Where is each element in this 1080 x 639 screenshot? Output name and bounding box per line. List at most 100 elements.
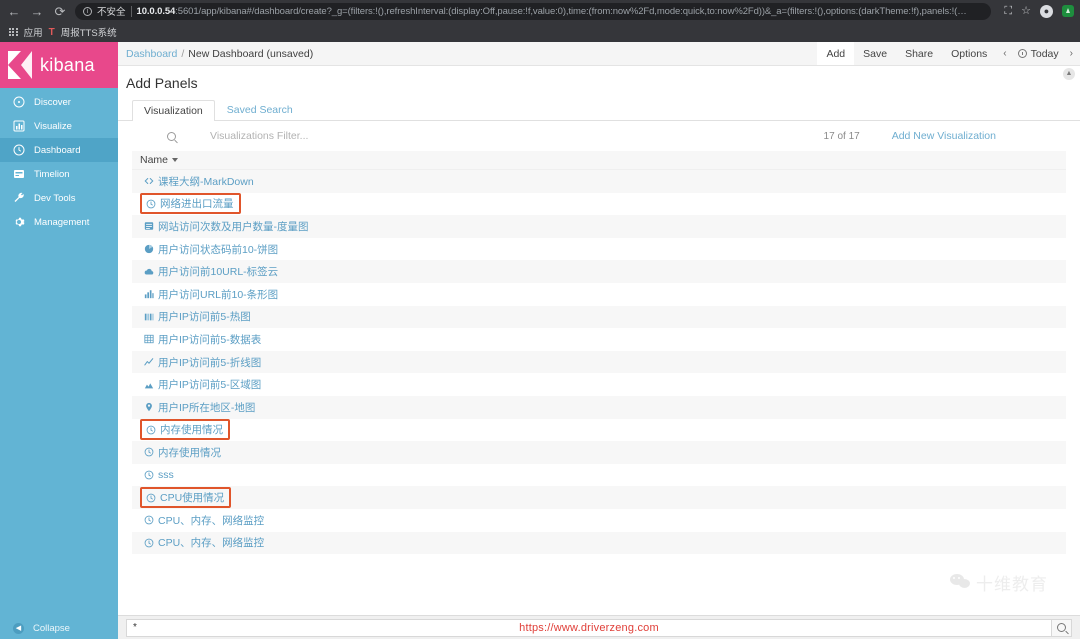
search-input[interactable]: [210, 130, 824, 142]
bookmark-favicon: T: [48, 26, 55, 38]
forward-button[interactable]: →: [29, 5, 45, 18]
list-item-content: 用户IP访问前5-数据表: [140, 331, 264, 348]
metric-icon: [143, 221, 154, 231]
clock-vis-icon: [143, 515, 154, 525]
list-item-label: 用户访问状态码前10-饼图: [158, 243, 279, 256]
clock-vis-icon: [145, 199, 156, 209]
breadcrumb-dashboard-link[interactable]: Dashboard: [126, 48, 177, 60]
list-item-content: sss: [140, 468, 177, 482]
sidebar-item-timelion[interactable]: Timelion: [0, 162, 118, 186]
query-input-wrap[interactable]: https://www.driverzeng.com: [126, 618, 1052, 637]
visualization-list-item[interactable]: 内存使用情况: [132, 418, 1066, 442]
profile-avatar-icon[interactable]: ●: [1040, 4, 1053, 18]
kibana-app: kibana Discover Visualize Dashboard Time…: [0, 42, 1080, 639]
breadcrumb-separator: /: [181, 47, 185, 60]
sidebar-item-dev-tools[interactable]: Dev Tools: [0, 186, 118, 210]
visualization-list-item[interactable]: 网站访问次数及用户数量-度量图: [132, 215, 1066, 238]
list-item-label: CPU使用情况: [160, 492, 225, 505]
list-item-label: 内存使用情况: [158, 446, 221, 459]
visualization-list-item[interactable]: CPU、内存、网络监控: [132, 531, 1066, 555]
visualization-list-item[interactable]: 用户IP访问前5-区域图: [132, 373, 1066, 396]
kibana-logo-area[interactable]: kibana: [0, 42, 118, 88]
visualization-list-item[interactable]: CPU使用情况: [132, 486, 1066, 509]
table-icon: [143, 334, 154, 344]
query-submit-button[interactable]: [1052, 618, 1072, 637]
query-input[interactable]: [133, 622, 1045, 633]
visualization-list-item[interactable]: 用户IP所在地区-地图: [132, 395, 1066, 419]
visualization-list-item[interactable]: 用户IP访问前5-折线图: [132, 350, 1066, 374]
reload-button[interactable]: ⟳: [52, 5, 68, 18]
panel-tabs: Visualization Saved Search: [118, 99, 1080, 121]
sidebar-item-dashboard[interactable]: Dashboard: [0, 138, 118, 162]
visualization-list-item[interactable]: 用户访问URL前10-条形图: [132, 282, 1066, 306]
list-item-content: 用户IP访问前5-热图: [140, 308, 254, 325]
apps-grid-icon[interactable]: [9, 27, 18, 37]
list-item-label: 用户访问前10URL-标签云: [158, 266, 279, 279]
cast-icon[interactable]: ⛶: [1004, 5, 1012, 17]
list-item-content: 用户IP访问前5-折线图: [140, 354, 264, 371]
list-item-label: 用户IP访问前5-热图: [158, 311, 251, 324]
sidebar-item-management[interactable]: Management: [0, 210, 118, 234]
chevron-up-icon[interactable]: ▲: [1063, 68, 1075, 80]
list-item-label: 用户IP访问前5-数据表: [158, 333, 262, 346]
extension-icon[interactable]: [1062, 5, 1074, 17]
address-bar[interactable]: i 不安全 10.0.0.54:5601/app/kibana#/dashboa…: [75, 2, 992, 20]
sidebar: kibana Discover Visualize Dashboard Time…: [0, 42, 118, 639]
tab-saved-search[interactable]: Saved Search: [215, 99, 305, 120]
list-item-content: 课程大纲-MarkDown: [140, 173, 257, 190]
visualization-list: Name 课程大纲-MarkDown 网络进出口流量网站访问次数及用户数量-度量图…: [118, 151, 1080, 615]
list-item-label: 用户IP访问前5-区域图: [158, 379, 262, 392]
add-new-visualization-link[interactable]: Add New Visualization: [892, 130, 1066, 142]
tab-visualization[interactable]: Visualization: [132, 100, 215, 121]
tag-cloud-icon: [143, 267, 154, 277]
line-chart-icon: [143, 357, 154, 367]
map-pin-icon: [143, 402, 154, 412]
bookmark-item-tts[interactable]: 周报TTS系统: [61, 25, 117, 39]
list-item-content: 用户访问URL前10-条形图: [140, 286, 281, 303]
list-item-label: 内存使用情况: [160, 424, 223, 437]
bookmark-star-icon[interactable]: ☆: [1021, 5, 1031, 17]
list-item-label: 用户IP所在地区-地图: [158, 401, 256, 414]
kibana-topbar: Dashboard / New Dashboard (unsaved) Add …: [118, 42, 1080, 66]
sidebar-collapse-button[interactable]: ◀ Collapse: [0, 617, 118, 639]
add-button[interactable]: Add: [817, 42, 855, 65]
visualization-list-item[interactable]: 用户IP访问前5-数据表: [132, 328, 1066, 351]
visualization-list-item[interactable]: 内存使用情况: [132, 441, 1066, 464]
breadcrumb-current: New Dashboard (unsaved): [188, 47, 314, 60]
caret-down-icon: [172, 158, 179, 162]
visualization-list-item[interactable]: 用户访问状态码前10-饼图: [132, 237, 1066, 261]
list-item-content: 用户IP所在地区-地图: [140, 399, 258, 416]
time-prev-button[interactable]: ‹: [996, 42, 1013, 65]
save-button[interactable]: Save: [854, 42, 896, 65]
visualization-list-item[interactable]: CPU、内存、网络监控: [132, 508, 1066, 532]
wrench-icon: [13, 192, 25, 204]
timelion-icon: [13, 168, 25, 180]
visualization-list-item[interactable]: sss: [132, 463, 1066, 487]
main-content: Dashboard / New Dashboard (unsaved) Add …: [118, 42, 1080, 639]
sidebar-item-discover[interactable]: Discover: [0, 90, 118, 114]
clock-vis-icon: [143, 538, 154, 548]
kibana-logo-icon: [8, 51, 34, 79]
back-button[interactable]: ←: [6, 5, 22, 18]
chevron-left-icon: ◀: [13, 622, 24, 634]
site-info-icon[interactable]: i: [83, 6, 92, 16]
list-item-label: 用户IP访问前5-折线图: [158, 356, 262, 369]
visualization-list-item[interactable]: 课程大纲-MarkDown: [132, 170, 1066, 193]
sidebar-item-visualize[interactable]: Visualize: [0, 114, 118, 138]
bar-chart-icon: [143, 289, 154, 299]
time-picker-button[interactable]: Today: [1014, 48, 1063, 60]
browser-actions: ⛶ ☆ ●: [998, 4, 1074, 18]
share-button[interactable]: Share: [896, 42, 942, 65]
visualization-list-item[interactable]: 网络进出口流量: [132, 192, 1066, 216]
url-text: 10.0.0.54:5601/app/kibana#/dashboard/cre…: [137, 6, 967, 17]
dashboard-menu: Add Save Share Options ‹ Today ›: [817, 42, 1080, 65]
visualization-list-item[interactable]: 用户IP访问前5-热图: [132, 305, 1066, 329]
bookmark-item-apps[interactable]: 应用: [24, 25, 43, 39]
list-item-content: CPU、内存、网络监控: [140, 512, 267, 529]
list-item-label: 网络进出口流量: [160, 198, 234, 211]
time-next-button[interactable]: ›: [1063, 42, 1080, 65]
result-count-label: 17 of 17: [823, 130, 860, 142]
column-header-name[interactable]: Name: [132, 151, 1066, 170]
visualization-list-item[interactable]: 用户访问前10URL-标签云: [132, 260, 1066, 283]
options-button[interactable]: Options: [942, 42, 996, 65]
